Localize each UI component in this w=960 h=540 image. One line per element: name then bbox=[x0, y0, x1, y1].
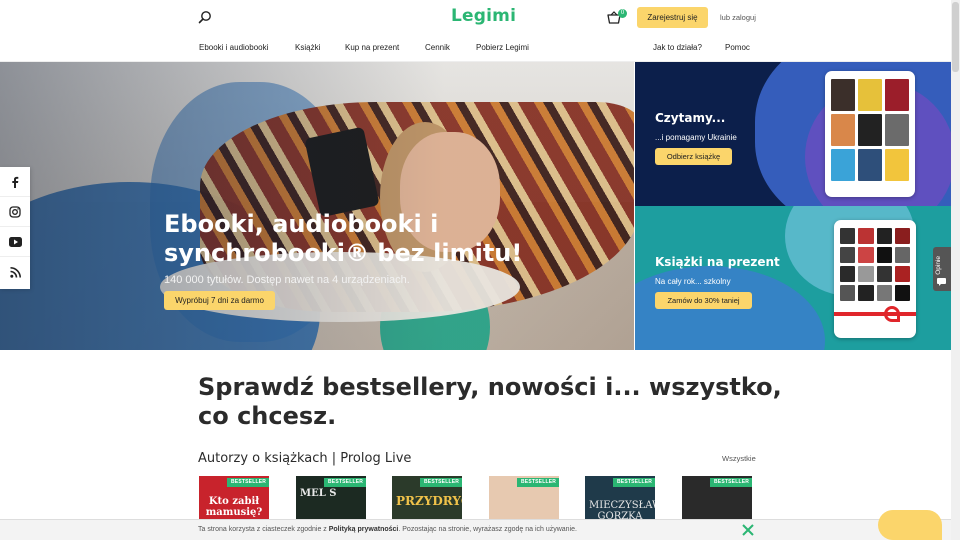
gift-bow bbox=[884, 306, 900, 322]
nav-pomoc[interactable]: Pomoc bbox=[725, 43, 750, 52]
section-heading: Sprawdź bestsellery, nowości i... wszyst… bbox=[198, 373, 782, 430]
book-cover-title: Kto zabił mamusię? bbox=[205, 496, 263, 518]
instagram-icon[interactable] bbox=[0, 197, 30, 227]
youtube-icon[interactable] bbox=[0, 227, 30, 257]
promo-title: Książki na prezent bbox=[655, 255, 780, 269]
promo-ukraine[interactable]: Czytamy... ...i pomagamy Ukrainie Odbier… bbox=[635, 62, 951, 206]
nav-jak-to-dziala[interactable]: Jak to działa? bbox=[653, 43, 702, 52]
promo-subtitle: Na cały rok... szkolny bbox=[655, 277, 731, 286]
cookie-banner: Ta strona korzysta z ciasteczek zgodnie … bbox=[0, 519, 951, 540]
cart-count-badge: 0 bbox=[618, 9, 627, 18]
order-discount-button[interactable]: Zamów do 30% taniej bbox=[655, 292, 752, 309]
bestseller-badge: BESTSELLER bbox=[420, 478, 462, 487]
rss-icon[interactable] bbox=[0, 257, 30, 287]
scrollbar-thumb[interactable] bbox=[952, 2, 959, 72]
promo-subtitle: ...i pomagamy Ukrainie bbox=[655, 133, 737, 142]
bestseller-badge: BESTSELLER bbox=[710, 478, 752, 487]
gift-ribbon bbox=[834, 312, 916, 316]
book-cover-title: MEL S bbox=[300, 488, 337, 499]
promo-gift-books[interactable]: Książki na prezent Na cały rok... szkoln… bbox=[635, 206, 951, 350]
bestseller-badge: BESTSELLER bbox=[324, 478, 366, 487]
bestseller-badge: BESTSELLER bbox=[227, 478, 269, 487]
legimi-logo[interactable]: Legimi bbox=[451, 6, 516, 26]
bestseller-badge: BESTSELLER bbox=[613, 478, 655, 487]
nav-kup-na-prezent[interactable]: Kup na prezent bbox=[345, 43, 399, 52]
privacy-policy-link[interactable]: Polityką prywatności bbox=[329, 526, 399, 533]
see-all-link[interactable]: Wszystkie bbox=[722, 454, 756, 463]
nav-ksiazki[interactable]: Książki bbox=[295, 43, 320, 52]
facebook-icon[interactable] bbox=[0, 167, 30, 197]
bestseller-badge: BESTSELLER bbox=[517, 478, 559, 487]
promo-title: Czytamy... bbox=[655, 111, 726, 125]
hero-subtitle: 140 000 tytułów. Dostęp nawet na 4 urząd… bbox=[164, 274, 410, 286]
nav-pobierz-legimi[interactable]: Pobierz Legimi bbox=[476, 43, 529, 52]
nav-cennik[interactable]: Cennik bbox=[425, 43, 450, 52]
book-cover-title: PRZYDRYGA bbox=[396, 494, 462, 508]
nav-ebooki-audiobooki[interactable]: Ebooki i audiobooki bbox=[199, 43, 268, 52]
hero-title: Ebooki, audiobooki i synchrobooki® bez l… bbox=[164, 210, 523, 267]
main-nav: Ebooki i audiobooki Książki Kup na preze… bbox=[0, 34, 960, 62]
social-links bbox=[0, 167, 30, 289]
feedback-label[interactable]: Opinie bbox=[935, 256, 942, 275]
try-free-button[interactable]: Wypróbuj 7 dni za darmo bbox=[164, 291, 275, 310]
register-button[interactable]: Zarejestruj się bbox=[637, 7, 708, 28]
close-icon[interactable] bbox=[741, 523, 755, 537]
page-scrollbar[interactable] bbox=[951, 0, 960, 540]
search-icon[interactable] bbox=[198, 10, 212, 24]
comment-icon bbox=[937, 278, 946, 286]
get-book-button[interactable]: Odbierz książkę bbox=[655, 148, 732, 165]
cookie-text: Ta strona korzysta z ciasteczek zgodnie … bbox=[198, 526, 577, 533]
tablet-image bbox=[825, 71, 915, 197]
top-header: Legimi 0 Zarejestruj się lub zaloguj bbox=[0, 0, 960, 34]
hero-banner[interactable]: Ebooki, audiobooki i synchrobooki® bez l… bbox=[0, 62, 634, 350]
login-link[interactable]: lub zaloguj bbox=[720, 13, 756, 22]
chat-button[interactable] bbox=[878, 510, 942, 540]
tablet-image bbox=[834, 220, 916, 338]
row-title: Autorzy o książkach | Prolog Live bbox=[198, 451, 412, 466]
